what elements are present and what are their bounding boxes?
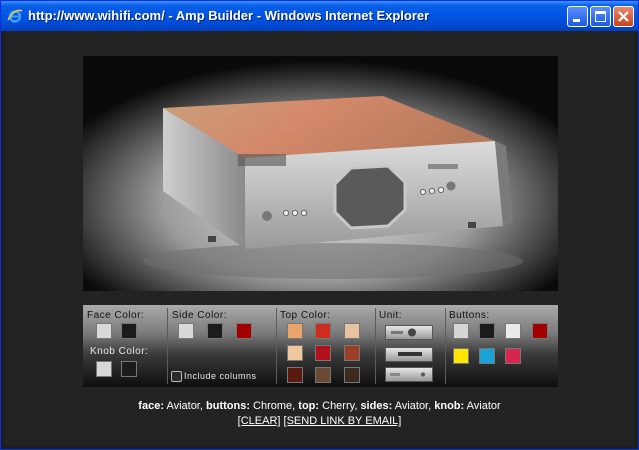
knob-color-label: Knob Color: [90,346,149,357]
minimize-icon [573,19,580,22]
top-value: Cherry, [322,400,358,412]
clear-link[interactable]: [CLEAR] [238,415,281,427]
button-swatch[interactable] [505,323,521,339]
side-swatch[interactable] [207,323,223,339]
maximize-button[interactable] [590,6,611,27]
face-key: face: [138,400,164,412]
send-link-by-email[interactable]: [SEND LINK BY EMAIL] [284,415,402,427]
face-swatch[interactable] [96,323,112,339]
top-swatch[interactable] [287,345,303,361]
top-swatch[interactable] [315,345,331,361]
knob-swatch[interactable] [96,361,112,377]
side-swatch[interactable] [178,323,194,339]
unit-option-integrated[interactable] [385,325,433,340]
sides-key: sides: [360,400,393,412]
top-swatch[interactable] [315,367,331,383]
unit-option-player[interactable] [385,347,433,362]
page-content: Face Color: Knob Color: Side Color: Incl… [5,31,634,445]
side-swatch[interactable] [236,323,252,339]
button-swatch[interactable] [532,323,548,339]
sides-value: Aviator, [394,400,432,412]
top-swatch[interactable] [344,367,360,383]
button-swatch[interactable] [453,348,469,364]
button-swatch[interactable] [479,323,495,339]
face-swatch[interactable] [121,323,137,339]
unit-player-icon [398,352,422,356]
include-columns-checkbox[interactable] [171,371,182,382]
face-value: Aviator, [166,400,203,412]
color-options-panel: Face Color: Knob Color: Side Color: Incl… [83,305,558,387]
top-swatch[interactable] [344,345,360,361]
top-key: top: [298,400,320,412]
title-bar[interactable]: http://www.wihifi.com/ - Amp Builder - W… [1,1,638,31]
close-icon [618,11,629,22]
buttons-value: Chrome, [253,400,296,412]
selection-summary: face: Aviator, buttons: Chrome, top: Che… [5,400,634,412]
section-divider [375,308,376,384]
section-divider [167,308,168,384]
unit-tuner-icon [390,372,425,377]
section-divider [445,308,446,384]
amp-preview [83,56,558,291]
knob-value: Aviator [466,400,501,412]
unit-option-tuner[interactable] [385,367,433,382]
section-divider [276,308,277,384]
unit-label: Unit: [379,310,403,321]
button-swatch[interactable] [453,323,469,339]
buttons-color-label: Buttons: [449,310,490,321]
buttons-key: buttons: [206,400,250,412]
side-color-label: Side Color: [172,310,227,321]
action-links: [CLEAR] [SEND LINK BY EMAIL] [5,415,634,427]
window-title: http://www.wihifi.com/ - Amp Builder - W… [28,8,430,23]
unit-integrated-icon [391,328,416,337]
top-color-label: Top Color: [280,310,331,321]
top-swatch[interactable] [287,367,303,383]
ie-icon [7,9,23,23]
browser-window: http://www.wihifi.com/ - Amp Builder - W… [0,0,639,450]
include-columns-label: Include columns [184,371,257,381]
close-button[interactable] [613,6,634,27]
top-swatch[interactable] [315,323,331,339]
amplifier-image [83,56,558,291]
knob-swatch[interactable] [121,361,137,377]
face-color-label: Face Color: [87,310,145,321]
button-swatch[interactable] [479,348,495,364]
knob-key: knob: [434,400,465,412]
minimize-button[interactable] [567,6,588,27]
top-swatch[interactable] [344,323,360,339]
top-swatch[interactable] [287,323,303,339]
button-swatch[interactable] [505,348,521,364]
maximize-icon [595,11,606,22]
